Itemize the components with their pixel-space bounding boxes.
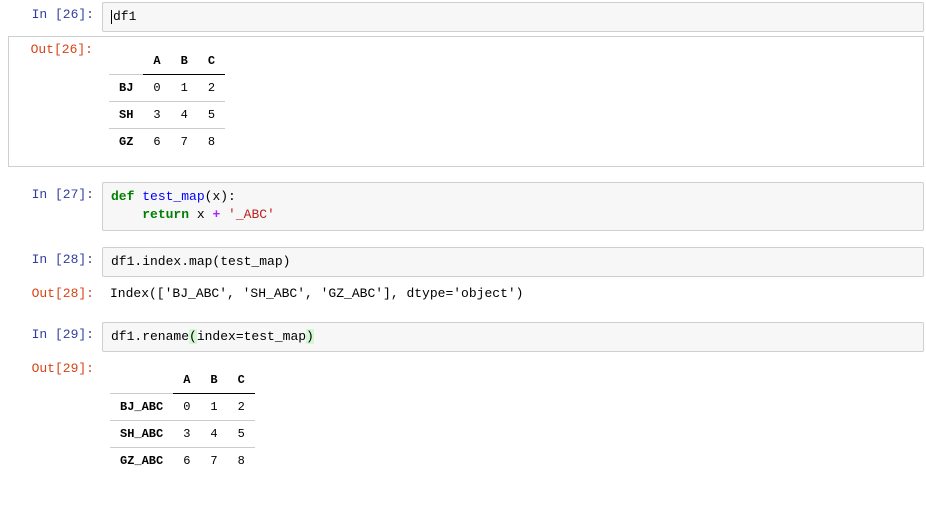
cursor-icon <box>111 10 112 24</box>
dataframe-table-29: A B C BJ_ABC 0 1 2 SH_ABC 3 4 5 <box>110 367 255 474</box>
code-input-27[interactable]: def test_map(x): return x + '_ABC' <box>102 182 924 230</box>
code-mid: index=test_map <box>197 329 306 344</box>
table-cell: 4 <box>171 102 198 129</box>
table-cell: 2 <box>228 393 255 420</box>
code-expr: x <box>189 207 212 222</box>
table-row: GZ 6 7 8 <box>109 129 225 156</box>
cell-in-28: In [28]: df1.index.map(test_map) <box>2 247 924 277</box>
row-label: BJ <box>109 75 143 102</box>
table-cell: 4 <box>200 420 227 447</box>
row-label: SH <box>109 102 143 129</box>
table-cell: 5 <box>228 420 255 447</box>
table-header-blank <box>110 367 173 394</box>
row-label: SH_ABC <box>110 420 173 447</box>
code-input-28[interactable]: df1.index.map(test_map) <box>102 247 924 277</box>
row-label: BJ_ABC <box>110 393 173 420</box>
table-header-row: A B C <box>109 48 225 75</box>
table-cell: 7 <box>171 129 198 156</box>
paren-highlight-open: ( <box>189 329 197 344</box>
in-prompt-27: In [27]: <box>2 182 102 207</box>
table-cell: 0 <box>173 393 200 420</box>
dataframe-table-26: A B C BJ 0 1 2 SH 3 4 5 <box>109 48 225 155</box>
table-row: BJ_ABC 0 1 2 <box>110 393 255 420</box>
in-prompt-28: In [28]: <box>2 247 102 272</box>
table-cell: 7 <box>200 447 227 474</box>
table-header-A: A <box>143 48 170 75</box>
table-header-C: C <box>198 48 225 75</box>
code-input-26[interactable]: df1 <box>102 2 924 32</box>
cell-in-29: In [29]: df1.rename(index=test_map) <box>2 322 924 352</box>
code-args: (x): <box>205 189 236 204</box>
table-header-A: A <box>173 367 200 394</box>
output-text-28: Index(['BJ_ABC', 'SH_ABC', 'GZ_ABC'], dt… <box>102 281 924 306</box>
function-name: test_map <box>142 189 204 204</box>
table-header-blank <box>109 48 143 75</box>
table-cell: 6 <box>173 447 200 474</box>
table-cell: 8 <box>228 447 255 474</box>
table-cell: 0 <box>143 75 170 102</box>
row-label: GZ <box>109 129 143 156</box>
string-literal: '_ABC' <box>220 207 275 222</box>
out-prompt-29: Out[29]: <box>2 356 102 381</box>
table-header-B: B <box>171 48 198 75</box>
code-pre: df1.rename <box>111 329 189 344</box>
table-header-B: B <box>200 367 227 394</box>
table-cell: 1 <box>200 393 227 420</box>
output-html-26: A B C BJ 0 1 2 SH 3 4 5 <box>101 37 923 166</box>
cell-in-27: In [27]: def test_map(x): return x + '_A… <box>2 182 924 230</box>
table-cell: 2 <box>198 75 225 102</box>
table-cell: 5 <box>198 102 225 129</box>
table-header-row: A B C <box>110 367 255 394</box>
cell-out-29: Out[29]: A B C BJ_ABC 0 1 2 SH_ABC <box>2 356 924 485</box>
cell-in-26: In [26]: df1 <box>2 2 924 32</box>
table-row: SH 3 4 5 <box>109 102 225 129</box>
table-cell: 3 <box>173 420 200 447</box>
table-cell: 3 <box>143 102 170 129</box>
code-input-29[interactable]: df1.rename(index=test_map) <box>102 322 924 352</box>
code-text-28: df1.index.map(test_map) <box>111 254 290 269</box>
table-cell: 8 <box>198 129 225 156</box>
paren-highlight-close: ) <box>306 329 314 344</box>
table-cell: 6 <box>143 129 170 156</box>
out-prompt-26: Out[26]: <box>9 37 101 62</box>
table-header-C: C <box>228 367 255 394</box>
code-text-26: df1 <box>113 9 136 24</box>
in-prompt-29: In [29]: <box>2 322 102 347</box>
row-label: GZ_ABC <box>110 447 173 474</box>
table-row: BJ 0 1 2 <box>109 75 225 102</box>
cell-out-26-block: Out[26]: A B C BJ 0 1 2 SH <box>8 36 924 167</box>
keyword-def: def <box>111 189 134 204</box>
output-html-29: A B C BJ_ABC 0 1 2 SH_ABC 3 4 5 <box>102 356 924 485</box>
table-row: GZ_ABC 6 7 8 <box>110 447 255 474</box>
in-prompt-26: In [26]: <box>2 2 102 27</box>
table-cell: 1 <box>171 75 198 102</box>
out-prompt-28: Out[28]: <box>2 281 102 306</box>
keyword-return: return <box>142 207 189 222</box>
cell-out-28: Out[28]: Index(['BJ_ABC', 'SH_ABC', 'GZ_… <box>2 281 924 306</box>
table-row: SH_ABC 3 4 5 <box>110 420 255 447</box>
